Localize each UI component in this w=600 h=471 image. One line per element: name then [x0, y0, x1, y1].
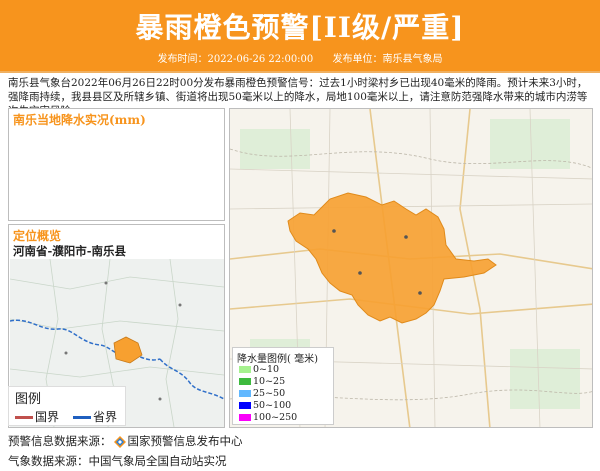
rainfall-panel-title: 南乐当地降水实况(mm): [13, 113, 146, 127]
map-legend-title: 图例: [15, 392, 42, 407]
provincial-border-line-icon: [73, 416, 91, 419]
region-path: 河南省-濮阳市-南乐县: [13, 244, 127, 258]
national-border-line-icon: [15, 416, 33, 419]
rainfall-legend-item: 100~250: [239, 412, 297, 423]
swatch-icon: [239, 402, 251, 409]
rainfall-legend-item: 10~25: [239, 376, 285, 387]
header-divider: [0, 71, 600, 73]
swatch-icon: [239, 414, 251, 421]
rainfall-legend-item: 0~10: [239, 364, 279, 375]
warning-source-line: 预警信息数据来源： 国家预警信息发布中心: [8, 433, 243, 449]
publish-time: 发布时间：2022-06-26 22:00:00: [157, 54, 314, 65]
rainfall-legend-item: 25~50: [239, 388, 285, 399]
swatch-icon: [239, 390, 251, 397]
swatch-icon: [239, 378, 251, 385]
provincial-border-label: 省界: [93, 410, 118, 424]
warning-source-name[interactable]: 国家预警信息发布中心: [128, 434, 243, 448]
rainfall-legend: 降水量图例( 毫米) 0~10 10~25 25~50 50~100 100~2…: [232, 347, 334, 425]
legend-national-border: 国界: [15, 408, 59, 425]
publisher: 发布单位：南乐县气象局: [332, 54, 443, 65]
header-meta: 发布时间：2022-06-26 22:00:00 发布单位：南乐县气象局: [0, 50, 600, 65]
rainfall-legend-item: 50~100: [239, 400, 291, 411]
legend-provincial-border: 省界: [73, 408, 117, 425]
map-legend: 图例 国界 省界: [8, 386, 126, 426]
swatch-icon: [239, 366, 251, 373]
rainfall-panel: 南乐当地降水实况(mm): [8, 108, 225, 221]
warning-source-label: 预警信息数据来源：: [8, 434, 112, 448]
page-title: 暴雨橙色预警[II级/严重]: [135, 11, 465, 44]
release-center-logo-icon: [113, 436, 126, 448]
weather-data-source: 气象数据来源：中国气象局全国自动站实况: [8, 454, 227, 468]
national-border-label: 国界: [35, 410, 60, 424]
warning-header: 暴雨橙色预警[II级/严重] 发布时间：2022-06-26 22:00:00 …: [0, 0, 600, 72]
rainfall-legend-title: 降水量图例( 毫米): [237, 354, 318, 365]
